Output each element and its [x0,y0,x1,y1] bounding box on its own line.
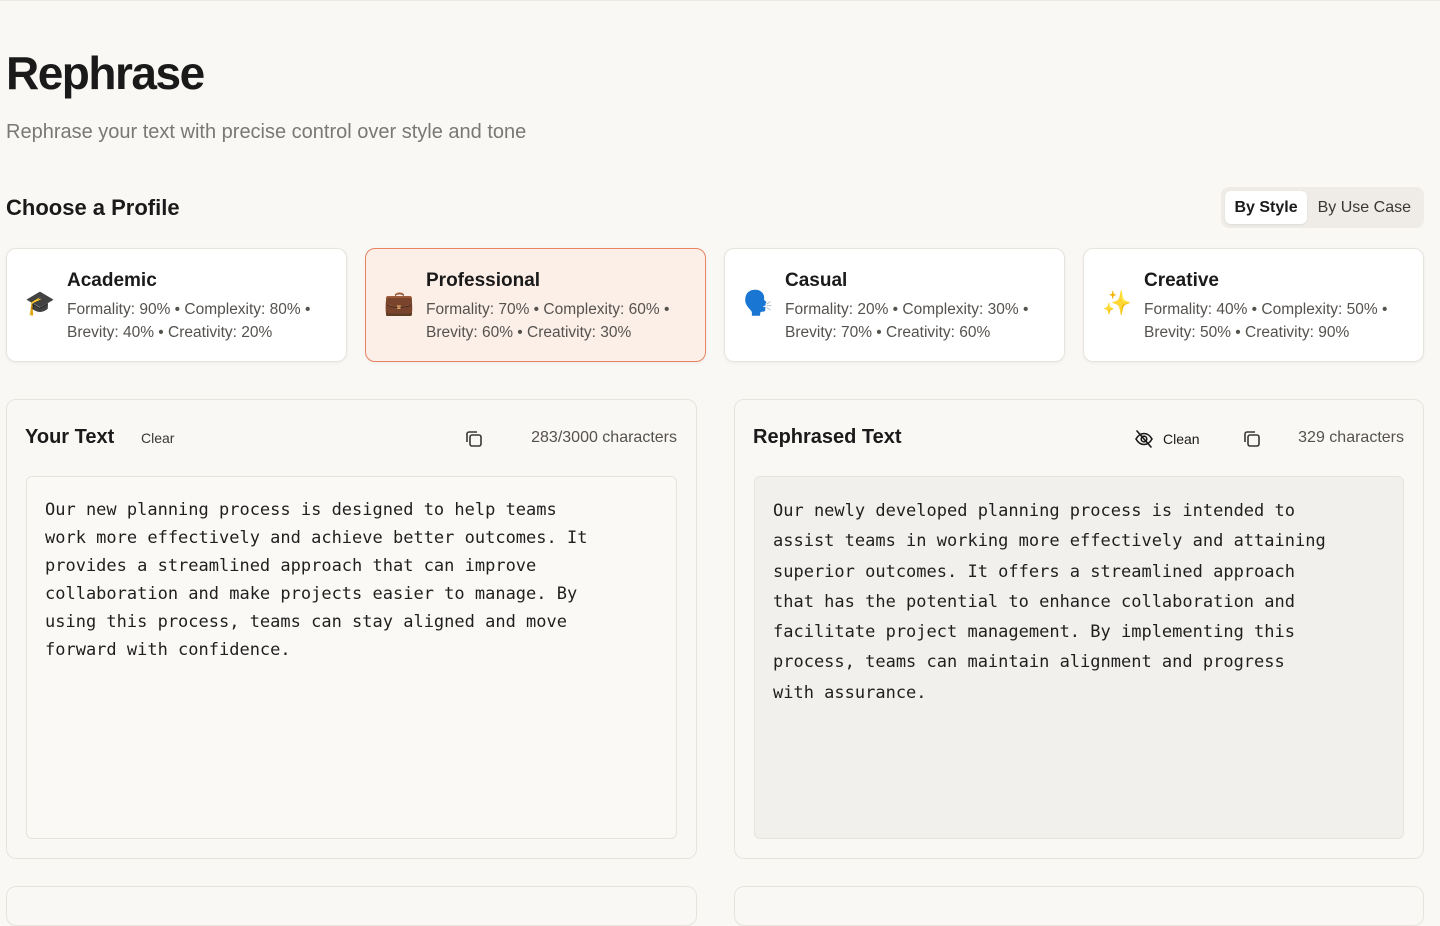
profile-name: Casual [785,270,848,291]
copy-output-button[interactable] [1241,428,1263,450]
toggle-by-style[interactable]: By Style [1225,191,1307,224]
profile-card-academic[interactable]: 🎓 Academic Formality: 90% • Complexity: … [6,248,347,362]
output-panel: Rephrased Text Clean 329 characters Our … [734,399,1424,859]
clean-button[interactable]: Clean [1133,427,1200,451]
graduation-cap-icon: 🎓 [25,290,55,317]
profile-card-casual[interactable]: 🗣️ Casual Formality: 20% • Complexity: 3… [724,248,1065,362]
copy-icon [1244,431,1260,447]
input-textarea[interactable]: Our new planning process is designed to … [26,476,677,839]
copy-input-button[interactable] [463,428,485,450]
input-panel-title: Your Text [25,426,115,448]
output-character-count: 329 characters [1298,429,1404,446]
clean-label: Clean [1163,431,1200,447]
profile-name: Creative [1144,270,1219,291]
bottom-panel-right [734,886,1424,926]
page-title: Rephrase [6,47,205,99]
profile-details: Formality: 70% • Complexity: 60% • Brevi… [426,301,670,341]
profile-details: Formality: 90% • Complexity: 80% • Brevi… [67,301,311,341]
profile-details: Formality: 20% • Complexity: 30% • Brevi… [785,301,1029,341]
clear-button[interactable]: Clear [141,430,174,446]
output-text-area: Our newly developed planning process is … [754,476,1404,839]
bottom-panel-left [6,886,697,926]
profile-section-title: Choose a Profile [6,195,180,220]
profile-view-toggle: By Style By Use Case [1221,187,1424,228]
profile-name: Academic [67,270,157,291]
top-divider [0,0,1440,1]
profile-name: Professional [426,270,541,291]
profile-card-professional[interactable]: 💼 Professional Formality: 70% • Complexi… [365,248,706,362]
input-panel: Your Text Clear 283/3000 characters Our … [6,399,697,859]
sparkles-icon: ✨ [1102,290,1132,317]
page-subtitle: Rephrase your text with precise control … [6,121,527,143]
profile-card-creative[interactable]: ✨ Creative Formality: 40% • Complexity: … [1083,248,1424,362]
output-panel-title: Rephrased Text [753,426,902,448]
eye-off-icon [1135,430,1153,448]
copy-icon [466,431,482,447]
briefcase-icon: 💼 [384,290,414,317]
speaking-head-icon: 🗣️ [743,290,773,317]
profile-details: Formality: 40% • Complexity: 50% • Brevi… [1144,301,1388,341]
input-character-count: 283/3000 characters [531,429,677,446]
toggle-by-use-case[interactable]: By Use Case [1309,191,1420,224]
profile-cards: 🎓 Academic Formality: 90% • Complexity: … [6,248,1424,362]
